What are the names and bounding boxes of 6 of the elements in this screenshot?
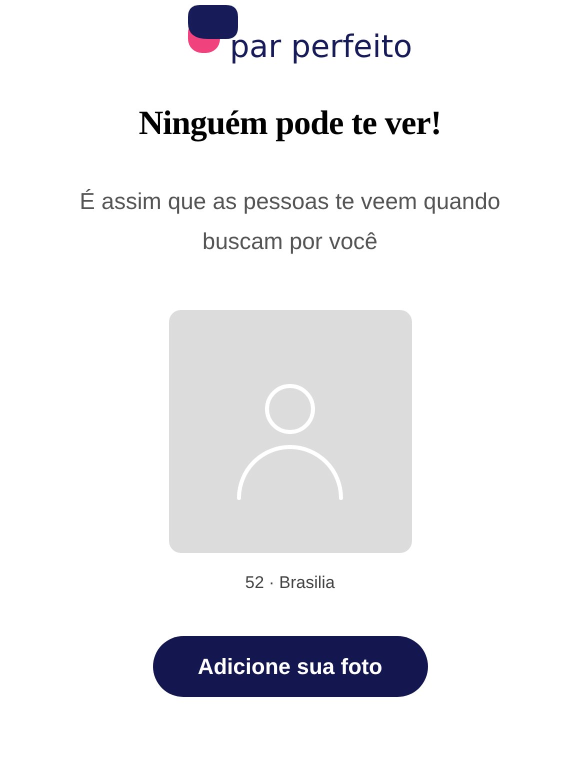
add-photo-button[interactable]: Adicione sua foto	[152, 636, 428, 697]
profile-caption: 52 · Brasilia	[245, 573, 335, 593]
logo-text: par perfeito	[230, 29, 412, 65]
subtitle-text: É assim que as pessoas te veem quando buscam por você	[78, 187, 502, 256]
person-icon	[235, 384, 345, 500]
page-title: Ninguém pode te ver!	[138, 105, 442, 143]
